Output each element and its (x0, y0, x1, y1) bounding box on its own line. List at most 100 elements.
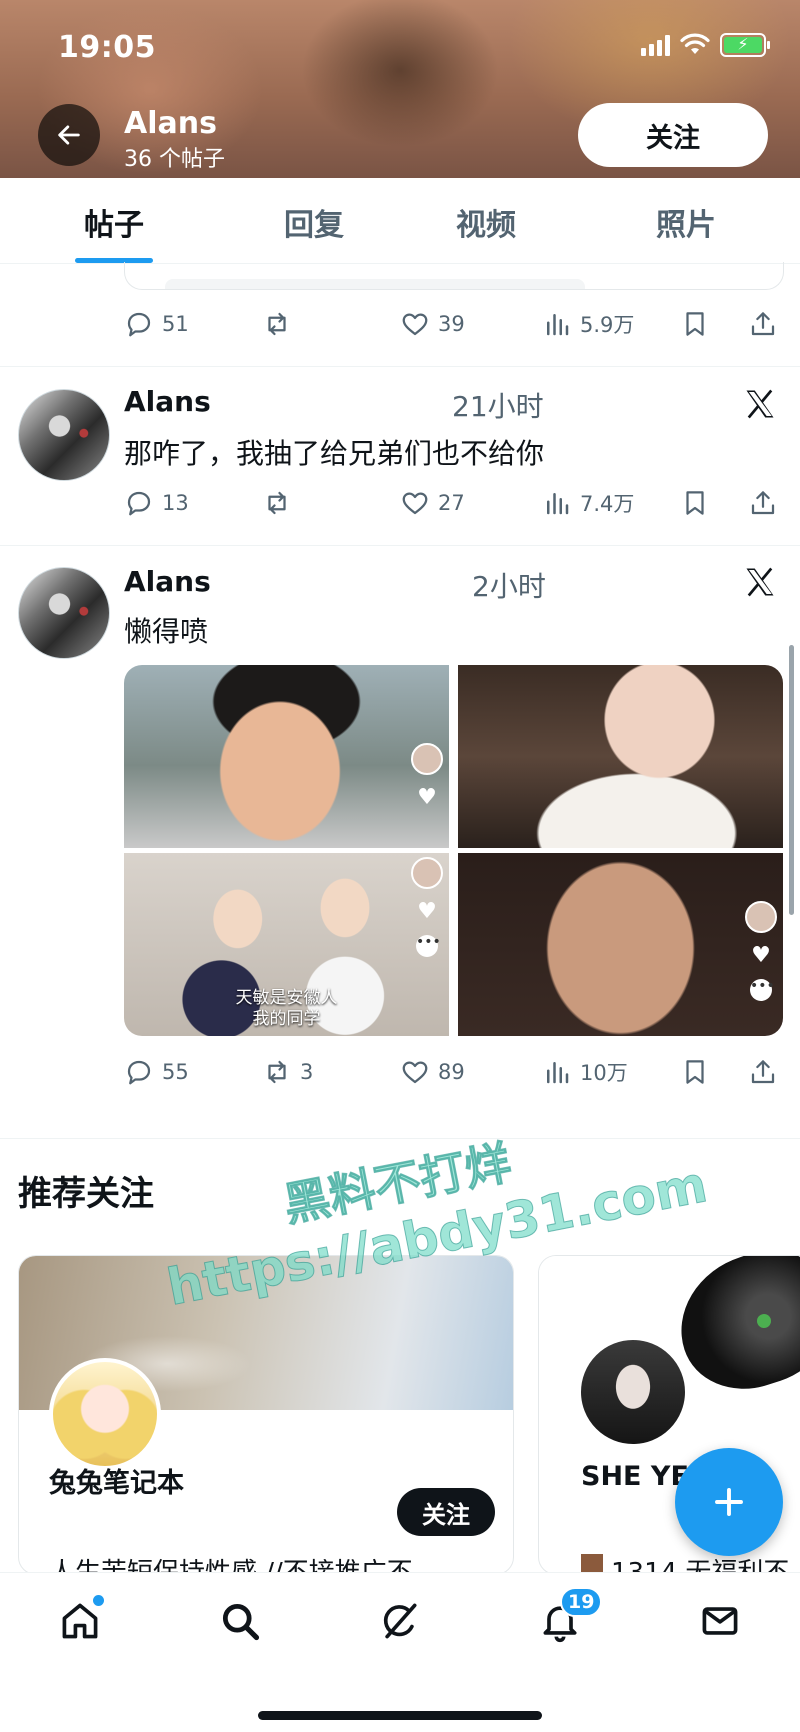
post-actions: 13 27 7.4万 (124, 483, 784, 523)
share-icon (751, 491, 775, 515)
media-image[interactable]: ♥ (124, 665, 449, 848)
scrollbar[interactable] (789, 645, 794, 915)
bookmark-button[interactable] (680, 1052, 710, 1092)
post-divider (0, 366, 800, 367)
bookmark-button[interactable] (680, 304, 710, 344)
tab-replies[interactable]: 回复 (284, 200, 344, 244)
x-logo-icon (746, 567, 774, 597)
reply-icon (127, 312, 151, 337)
post-actions: 55 3 89 10万 (124, 1052, 784, 1092)
repost-button[interactable] (262, 304, 300, 344)
view-count: 5.9万 (580, 313, 635, 337)
compose-button[interactable] (675, 1448, 783, 1556)
like-button[interactable]: 39 (400, 304, 465, 344)
home-indicator (258, 1711, 542, 1720)
like-icon (402, 1061, 428, 1084)
nav-search[interactable] (212, 1593, 268, 1649)
views-button[interactable]: 10万 (542, 1052, 628, 1092)
nav-messages[interactable] (692, 1593, 748, 1649)
post-text: 那咋了，我抽了给兄弟们也不给你 (124, 437, 545, 470)
media-image[interactable]: ♥ ••• (458, 853, 783, 1036)
avatar[interactable] (49, 1358, 161, 1470)
repost-icon (268, 1060, 286, 1084)
author-name[interactable]: Alans (124, 385, 211, 418)
section-divider (0, 1138, 800, 1139)
post-actions: 51 39 5.9万 (124, 304, 784, 344)
plus-icon (715, 1488, 743, 1516)
repost-count: 3 (300, 1060, 314, 1084)
tab-photos[interactable]: 照片 (656, 200, 716, 244)
share-button[interactable] (748, 304, 778, 344)
x-logo-icon (746, 389, 774, 419)
share-button[interactable] (748, 1052, 778, 1092)
repost-button[interactable] (262, 483, 300, 523)
new-posts-dot (93, 1595, 104, 1606)
back-arrow-icon (58, 125, 80, 145)
back-button[interactable] (38, 104, 100, 166)
views-button[interactable]: 5.9万 (542, 304, 634, 344)
heart-icon: ♥ (751, 943, 771, 968)
media-image[interactable] (458, 665, 783, 848)
nav-home[interactable] (52, 1593, 108, 1649)
post-count: 36 个帖子 (124, 147, 225, 172)
search-icon (222, 1603, 260, 1641)
heart-icon: ♥ (417, 785, 437, 810)
comment-icon: ••• (416, 935, 441, 957)
post-time: 2小时 (472, 570, 546, 603)
follow-button[interactable]: 关注 (397, 1488, 495, 1536)
bookmark-button[interactable] (680, 483, 710, 523)
like-count: 27 (438, 491, 465, 515)
bookmark-icon (686, 491, 704, 515)
post-text: 懒得喷 (124, 615, 209, 648)
reply-count: 51 (162, 312, 189, 336)
reply-button[interactable]: 55 (124, 1052, 189, 1092)
tab-videos[interactable]: 视频 (456, 200, 516, 244)
reply-button[interactable]: 51 (124, 304, 189, 344)
reply-icon (127, 1060, 151, 1085)
views-icon (547, 314, 569, 336)
recommended-name[interactable]: SHE YE (581, 1461, 689, 1492)
author-avatar[interactable] (18, 567, 110, 659)
like-button[interactable]: 27 (400, 483, 465, 523)
cellular-signal-icon (641, 34, 670, 56)
video-caption: 天敏是安徽人 我的同学 (235, 988, 338, 1029)
like-icon (402, 313, 428, 336)
profile-tabs: 帖子 回复 视频 照片 (0, 178, 800, 264)
views-button[interactable]: 7.4万 (542, 483, 634, 523)
share-icon (751, 312, 775, 336)
repost-icon (268, 312, 286, 336)
status-time: 19:05 (58, 30, 156, 65)
media-image[interactable]: 天敏是安徽人 我的同学 ♥ ••• (124, 853, 449, 1036)
creator-avatar (411, 743, 443, 775)
view-count: 7.4万 (580, 492, 635, 516)
repost-icon (268, 491, 286, 515)
author-name[interactable]: Alans (124, 565, 211, 598)
like-icon (402, 492, 428, 515)
recommended-card[interactable]: 兔兔笔记本 关注 人生苦短保持性感 //不接推广不 (18, 1255, 514, 1575)
author-avatar[interactable] (18, 389, 110, 481)
comment-icon: ••• (750, 979, 775, 1001)
share-button[interactable] (748, 483, 778, 523)
tab-posts[interactable]: 帖子 (84, 200, 144, 244)
reply-icon (127, 491, 151, 516)
like-button[interactable]: 89 (400, 1052, 465, 1092)
avatar[interactable] (577, 1336, 689, 1448)
recommended-title: 推荐关注 (18, 1174, 154, 1214)
reply-button[interactable]: 13 (124, 483, 189, 523)
views-icon (547, 493, 569, 515)
recommended-name[interactable]: 兔兔笔记本 (49, 1461, 184, 1500)
bookmark-icon (686, 312, 704, 336)
battery-icon: ⚡ (720, 33, 770, 57)
wifi-icon (680, 33, 710, 54)
bottom-nav: 19 (0, 1572, 800, 1732)
follow-button[interactable]: 关注 (578, 103, 768, 167)
views-icon (547, 1062, 569, 1084)
post-media-grid: ♥ 天敏是安徽人 我的同学 ♥ ••• ♥ ••• (124, 665, 783, 1036)
repost-button[interactable]: 3 (262, 1052, 313, 1092)
bookmark-icon (686, 1060, 704, 1084)
share-icon (751, 1060, 775, 1084)
grok-icon (383, 1603, 417, 1639)
nav-notifications[interactable]: 19 (532, 1587, 603, 1649)
nav-grok[interactable] (372, 1593, 428, 1649)
quoted-card-partial[interactable] (124, 262, 784, 290)
